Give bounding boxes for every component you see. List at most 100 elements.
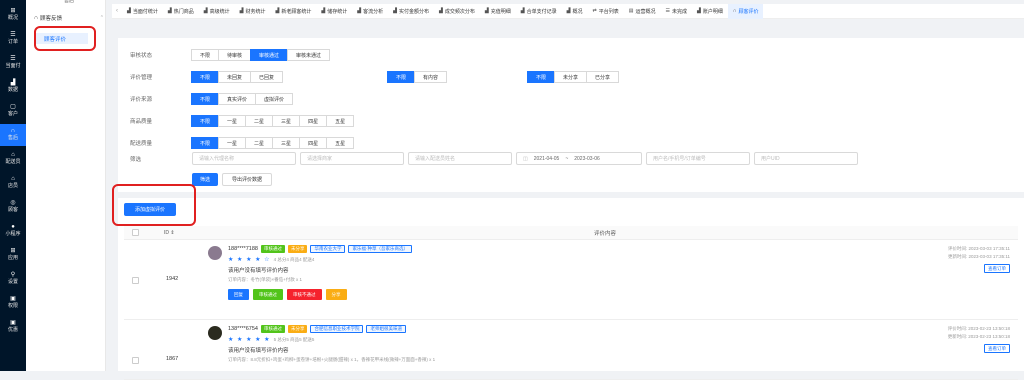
filter-option[interactable]: 三星 [272,115,301,127]
rail-item[interactable]: ▢ 客户 [0,100,26,122]
order-content: 订单内容：8.8元折扣+鸡蛋+鸡柳+蛋卷饼+培根+火腿肠(甜辣) x 1，香辣花… [228,357,436,362]
rail-item-label: 售后 [7,135,18,141]
rail-item[interactable]: ☰ 订单 [0,28,26,50]
filter-option[interactable]: 审核通过 [250,49,289,61]
rail-item[interactable]: ● 小程序 [0,220,26,242]
tab-item[interactable]: ▟ 概况 [562,4,588,19]
filter-option[interactable]: 四星 [299,115,328,127]
date-from: 2021-04-05 [533,155,560,162]
id-column-header[interactable]: ID ⇕ [164,230,175,236]
filter-option[interactable]: 三星 [272,137,301,149]
status-badge: 未分享 [287,325,308,333]
filter-option[interactable]: 虚拟评价 [255,93,294,105]
tab-item[interactable]: ▟ 储存统计 [316,4,352,19]
sidebar-group-customer-feedback[interactable]: ∩ 顾客反馈 ⌃ [34,14,104,22]
filter-option[interactable]: 审核未通过 [287,49,331,61]
tab-icon: ▟ [393,8,397,14]
filter-segment: 不限 一星 二星 三星 四星 五星 [191,115,355,127]
tab-label: 当面付统计 [132,8,158,15]
review-body: 138****6754 审核通过 未分享 合肥信息职业技术学院 老师姐很美味道 ★ ★ ★… [228,325,435,363]
tab-item[interactable]: ▟ 充值明细 [480,4,516,19]
filter-option[interactable]: 一星 [218,137,247,149]
filter-option[interactable]: 四星 [299,137,328,149]
review-action-button[interactable]: 分享 [325,289,347,300]
filter-option[interactable]: 五星 [326,115,355,127]
row-id: 1867 [166,356,179,362]
filter-option[interactable]: 不限 [191,115,220,127]
tab-icon: ▟ [127,8,131,14]
filter-option[interactable]: 一星 [218,115,247,127]
row-id: 1942 [166,276,179,282]
filter-option[interactable]: 未分享 [554,71,588,83]
filter-option[interactable]: 不限 [191,71,220,83]
status-badge: 合肥信息职业技术学院 [310,325,364,333]
review-action-button[interactable]: 审核不通过 [287,289,322,300]
filter-option[interactable]: 已回复 [250,71,284,83]
tab-icon: ▟ [520,8,525,14]
filter-option[interactable]: 不限 [191,49,220,61]
filter-segment: 不限 待审核 审核通过 审核未通过 [191,49,331,61]
tab-item[interactable]: ▟ 新老顾客统计 [271,4,317,19]
tab-item[interactable]: ▟ 成交频次分布 [434,4,480,19]
merchant-select[interactable]: 请选择商家 [300,152,404,165]
view-order-button[interactable]: 查看订单 [984,264,1010,273]
filter-option[interactable]: 二星 [245,115,274,127]
nav-icon: ☰ [10,56,16,62]
agent-name-input[interactable]: 请输入代理名称 [192,152,296,165]
rail-item[interactable]: ◎ 顾客 [0,196,26,218]
rail-item[interactable]: ∩ 售后 [0,124,26,146]
review-action-button[interactable]: 回复 [228,289,249,300]
nav-icon: ▣ [10,320,16,326]
tab-item[interactable]: ▟ 财务统计 [235,4,271,19]
select-all-checkbox[interactable] [132,229,139,236]
view-order-button[interactable]: 查看订单 [984,344,1010,353]
tab-item[interactable]: ▟ 账户明细 [692,4,728,19]
rail-item[interactable]: ⌂ 配送员 [0,148,26,170]
tab-item[interactable]: ▟ 高级统计 [199,4,235,19]
rail-item[interactable]: ⚲ 设置 [0,268,26,290]
rail-item[interactable]: ⊞ 应用 [0,244,26,266]
filter-option[interactable]: 五星 [326,137,355,149]
tab-icon: ▟ [696,8,701,14]
tab-item[interactable]: ▟ 实付金额分布 [388,4,434,19]
rail-item[interactable]: ☰ 当面付 [0,52,26,74]
filter-option[interactable]: 待审核 [218,49,252,61]
tab-item[interactable]: ⇄ 平台列表 [588,4,624,19]
tab-item[interactable]: ∩ 顾客评价 [727,3,764,19]
rail-item[interactable]: ⌂ 店员 [0,172,26,194]
rail-item[interactable]: ▣ 权限 [0,292,26,314]
rail-item[interactable]: ▣ 优惠 [0,316,26,338]
filter-option[interactable]: 有内容 [414,71,448,83]
row-checkbox[interactable] [132,357,139,364]
chevron-left-icon[interactable]: ‹ [112,8,122,14]
nav-icon: ▣ [10,296,16,302]
filter-option[interactable]: 不限 [387,71,416,83]
tab-item[interactable]: ▤ 运营概况 [624,4,661,19]
tab-item[interactable]: ▟ 热门商品 [163,4,199,19]
rail-item-label: 数据 [7,87,18,93]
row-checkbox[interactable] [132,277,139,284]
filter-button[interactable]: 筛选 [192,173,218,186]
user-search-input[interactable]: 用户名/手机号/订单编号 [646,152,750,165]
filter-option[interactable]: 不限 [191,137,220,149]
date-range-picker[interactable]: ◫ 2021-04-05 ~ 2023-03-06 [516,152,642,165]
filter-option[interactable]: 不限 [191,93,220,105]
rating-meta: 5 总分5 商品5 配送5 [273,336,315,342]
export-reviews-button[interactable]: 导出评价数据 [222,173,272,186]
user-uid-input[interactable]: 用户UID [754,152,858,165]
tab-item[interactable]: ▟ 客流分析 [352,4,388,19]
tab-item[interactable]: ▟ 合单支付记录 [516,4,562,19]
update-time: 更新时间: 2023-02-23 13:50:18 [947,334,1010,339]
rail-item[interactable]: ⊞ 概况 [0,4,26,26]
filter-option[interactable]: 二星 [245,137,274,149]
rail-item[interactable]: ▟ 数据 [0,76,26,98]
courier-name-input[interactable]: 请输入配送员姓名 [408,152,512,165]
filter-option[interactable]: 未回复 [218,71,252,83]
tab-item[interactable]: ▟ 当面付统计 [122,4,163,19]
filter-segment: 不限 未回复 已回复 [191,71,284,83]
filter-option[interactable]: 不限 [527,71,556,83]
filter-option[interactable]: 真实评价 [218,93,257,105]
tab-item[interactable]: ☰ 未完成 [660,4,692,19]
filter-option[interactable]: 已分享 [586,71,620,83]
review-action-button[interactable]: 审核通过 [253,289,283,300]
